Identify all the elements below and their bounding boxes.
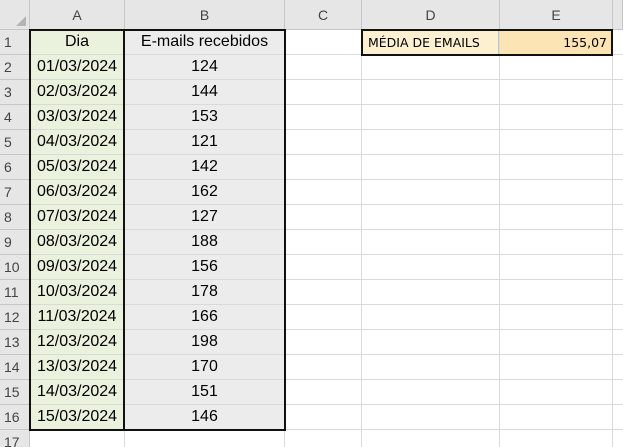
- row-header-2[interactable]: 2: [0, 55, 30, 80]
- column-header-a[interactable]: A: [30, 0, 125, 30]
- row-header-12[interactable]: 12: [0, 305, 30, 330]
- cell-emails[interactable]: 153: [125, 105, 284, 129]
- column-header-filler: [613, 0, 623, 30]
- cell-emails[interactable]: 142: [125, 155, 284, 179]
- column-header-e[interactable]: E: [500, 0, 613, 30]
- cell-d1-media-label[interactable]: MÉDIA DE EMAILS: [362, 30, 499, 54]
- cell-dia[interactable]: 11/03/2024: [30, 305, 124, 329]
- cell-dia[interactable]: 12/03/2024: [30, 330, 124, 354]
- cell-emails[interactable]: 127: [125, 205, 284, 229]
- cell-emails[interactable]: 198: [125, 330, 284, 354]
- gridline-vertical: [499, 30, 500, 447]
- cell-emails[interactable]: 178: [125, 280, 284, 304]
- row-header-10[interactable]: 10: [0, 255, 30, 280]
- spreadsheet: ABCDE 1 2 3 4 5 6 7 8 9 10 11 12 13 14 15 16 17 Dia E-mai…: [0, 0, 623, 447]
- cell-emails[interactable]: 156: [125, 255, 284, 279]
- cell-dia[interactable]: 05/03/2024: [30, 155, 124, 179]
- gridline-vertical: [361, 30, 362, 447]
- cell-e1-media-value[interactable]: 155,07: [500, 30, 612, 54]
- column-header-d[interactable]: D: [362, 0, 500, 30]
- cell-emails[interactable]: 162: [125, 180, 284, 204]
- row-header-16[interactable]: 16: [0, 405, 30, 430]
- gridline-vertical: [612, 30, 613, 447]
- row-header-1[interactable]: 1: [0, 30, 30, 55]
- row-header-3[interactable]: 3: [0, 80, 30, 105]
- cell-dia[interactable]: 15/03/2024: [30, 405, 124, 429]
- cell-b1-emails-header[interactable]: E-mails recebidos: [125, 30, 284, 54]
- cell-emails[interactable]: 144: [125, 80, 284, 104]
- select-all-corner[interactable]: [0, 0, 30, 30]
- cell-dia[interactable]: 04/03/2024: [30, 130, 124, 154]
- row-header-6[interactable]: 6: [0, 155, 30, 180]
- cell-dia[interactable]: 13/03/2024: [30, 355, 124, 379]
- row-header-7[interactable]: 7: [0, 180, 30, 205]
- gridline-horizontal: [30, 429, 623, 430]
- cell-emails[interactable]: 146: [125, 405, 284, 429]
- cell-a1-dia-header[interactable]: Dia: [30, 30, 124, 54]
- row-header-4[interactable]: 4: [0, 105, 30, 130]
- cell-dia[interactable]: 08/03/2024: [30, 230, 124, 254]
- row-header-14[interactable]: 14: [0, 355, 30, 380]
- cell-dia[interactable]: 14/03/2024: [30, 380, 124, 404]
- row-header-5[interactable]: 5: [0, 130, 30, 155]
- cell-dia[interactable]: 09/03/2024: [30, 255, 124, 279]
- cell-emails[interactable]: 124: [125, 55, 284, 79]
- row-header-17[interactable]: 17: [0, 430, 30, 447]
- cell-dia[interactable]: 07/03/2024: [30, 205, 124, 229]
- cell-dia[interactable]: 03/03/2024: [30, 105, 124, 129]
- cell-emails[interactable]: 166: [125, 305, 284, 329]
- gridline-vertical: [284, 30, 285, 447]
- column-header-c[interactable]: C: [285, 0, 362, 30]
- row-header-11[interactable]: 11: [0, 280, 30, 305]
- row-header-13[interactable]: 13: [0, 330, 30, 355]
- cell-emails[interactable]: 121: [125, 130, 284, 154]
- column-header-b[interactable]: B: [125, 0, 285, 30]
- cell-emails[interactable]: 188: [125, 230, 284, 254]
- cell-dia[interactable]: 01/03/2024: [30, 55, 124, 79]
- row-header-15[interactable]: 15: [0, 380, 30, 405]
- cell-emails[interactable]: 170: [125, 355, 284, 379]
- row-header-8[interactable]: 8: [0, 205, 30, 230]
- cell-emails[interactable]: 151: [125, 380, 284, 404]
- cell-dia[interactable]: 10/03/2024: [30, 280, 124, 304]
- cell-dia[interactable]: 06/03/2024: [30, 180, 124, 204]
- row-header-9[interactable]: 9: [0, 230, 30, 255]
- cell-dia[interactable]: 02/03/2024: [30, 80, 124, 104]
